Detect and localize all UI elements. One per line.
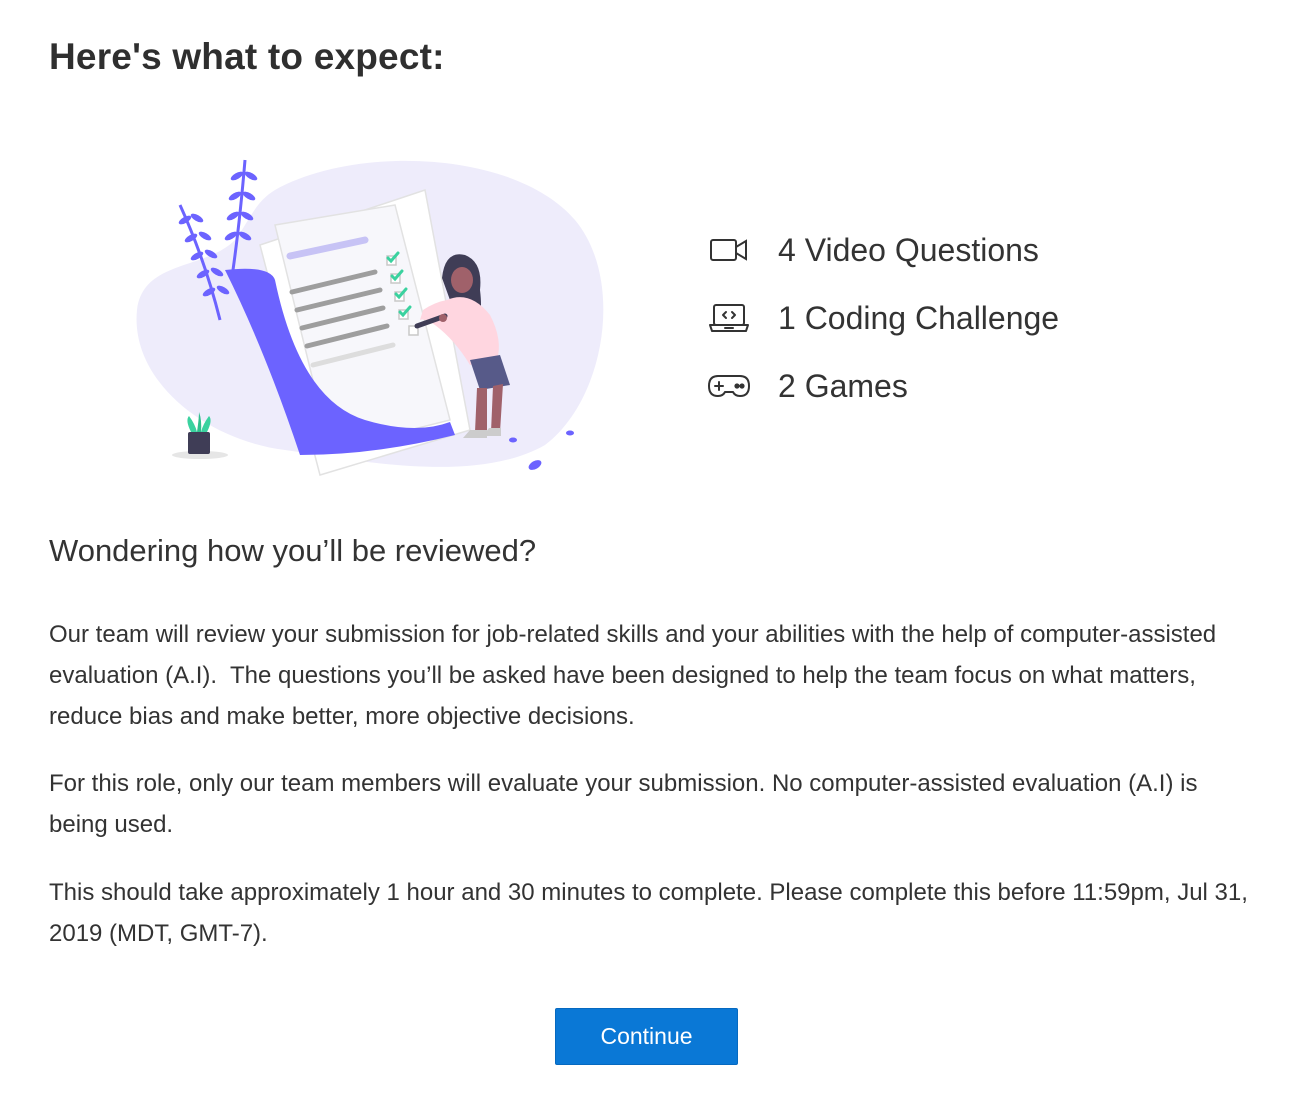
review-heading: Wondering how you’ll be reviewed? — [49, 533, 537, 568]
expect-item-games: 2 Games — [706, 352, 1059, 420]
expect-item-video-questions: 4 Video Questions — [706, 216, 1059, 284]
expect-item-label: 4 Video Questions — [778, 231, 1039, 268]
checklist-illustration — [125, 150, 615, 490]
gamepad-icon — [706, 371, 752, 401]
laptop-code-icon — [706, 303, 752, 333]
expect-item-label: 1 Coding Challenge — [778, 299, 1060, 336]
review-paragraph-ai-evaluation: Our team will review your submission for… — [49, 621, 1223, 730]
expect-item-coding-challenge: 1 Coding Challenge — [706, 284, 1059, 352]
video-camera-icon — [706, 235, 752, 265]
expect-item-label: 2 Games — [778, 367, 908, 404]
continue-button[interactable]: Continue — [555, 1008, 738, 1065]
review-paragraph-time-estimate: This should take approximately 1 hour an… — [49, 879, 1255, 947]
expect-list: 4 Video Questions 1 Coding Challenge 2 G… — [706, 216, 1059, 420]
page-title: Here's what to expect: — [49, 36, 445, 77]
review-paragraph-team-only: For this role, only our team members wil… — [49, 770, 1205, 838]
